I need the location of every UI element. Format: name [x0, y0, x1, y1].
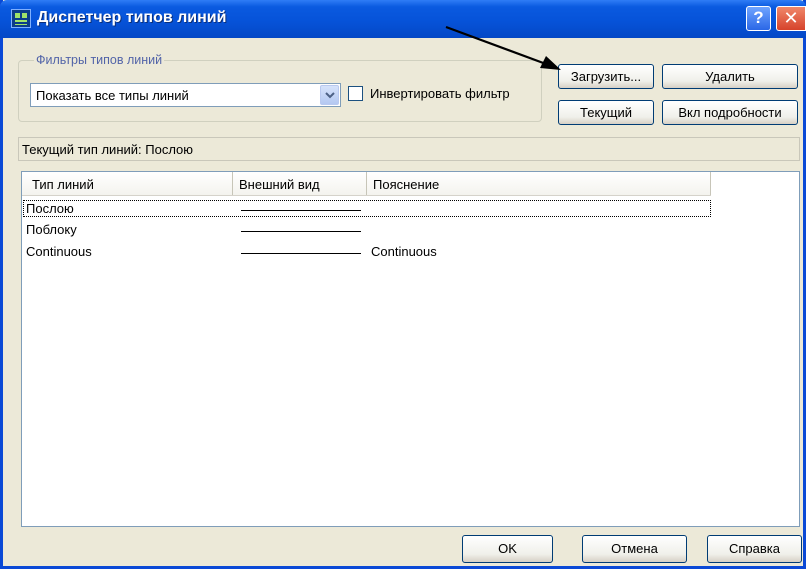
pointer-arrow-icon: [445, 25, 561, 70]
